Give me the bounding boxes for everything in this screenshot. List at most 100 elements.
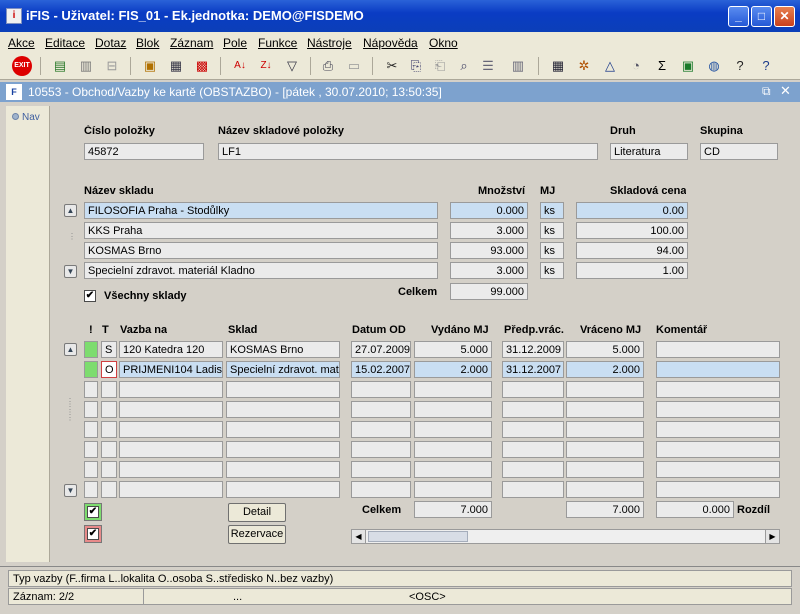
scroll-thumb-icon[interactable]: ⋮ bbox=[68, 232, 76, 241]
link-date-cell[interactable] bbox=[351, 481, 411, 498]
link-to-cell[interactable] bbox=[119, 481, 223, 498]
scroll-right-icon[interactable]: ▶ bbox=[765, 530, 779, 543]
filter-icon[interactable]: ▽ bbox=[282, 56, 302, 76]
link-expected-return-cell[interactable]: 31.12.2009 bbox=[502, 341, 564, 358]
link-issued-cell[interactable]: 5.000 bbox=[414, 341, 492, 358]
stock-unit-cell[interactable]: ks bbox=[540, 262, 564, 279]
link-date-cell[interactable] bbox=[351, 381, 411, 398]
stock-quantity-cell[interactable]: 93.000 bbox=[450, 242, 528, 259]
print-icon[interactable]: ⎙ bbox=[318, 56, 338, 76]
link-warehouse-cell[interactable] bbox=[226, 481, 340, 498]
link-warehouse-cell[interactable] bbox=[226, 421, 340, 438]
link-returned-cell[interactable] bbox=[566, 401, 644, 418]
link-issued-cell[interactable] bbox=[414, 461, 492, 478]
link-warehouse-cell[interactable] bbox=[226, 441, 340, 458]
sort-descending-icon[interactable]: Z↓ bbox=[256, 56, 276, 76]
stock-price-cell[interactable]: 0.00 bbox=[576, 202, 688, 219]
link-returned-cell[interactable] bbox=[566, 421, 644, 438]
reservation-button[interactable]: Rezervace bbox=[228, 525, 286, 544]
link-warehouse-cell[interactable]: Specielní zdravot. mate bbox=[226, 361, 340, 378]
menu-pole[interactable]: Pole bbox=[223, 36, 247, 50]
navigator-icon[interactable]: △ bbox=[600, 56, 620, 76]
internet-icon[interactable]: ◍ bbox=[704, 56, 724, 76]
menu-zaznam[interactable]: Záznam bbox=[170, 36, 213, 50]
paste-icon[interactable]: ⎗ bbox=[430, 56, 450, 76]
link-type-cell[interactable] bbox=[101, 381, 117, 398]
link-issued-cell[interactable]: 2.000 bbox=[414, 361, 492, 378]
link-to-cell[interactable] bbox=[119, 421, 223, 438]
scroll-thumb[interactable] bbox=[368, 531, 468, 542]
search-icon[interactable]: ⌕ bbox=[454, 56, 474, 76]
nav-button[interactable]: Nav bbox=[12, 112, 40, 123]
insert-record-icon[interactable]: ▤ bbox=[50, 56, 70, 76]
duplicate-record-icon[interactable]: ▥ bbox=[76, 56, 96, 76]
stock-warehouse-cell[interactable]: KKS Praha bbox=[84, 222, 438, 239]
stock-price-cell[interactable]: 94.00 bbox=[576, 242, 688, 259]
delete-record-icon[interactable]: ⊟ bbox=[102, 56, 122, 76]
link-expected-return-cell[interactable] bbox=[502, 441, 564, 458]
menu-nastroje[interactable]: Nástroje bbox=[307, 36, 352, 50]
link-expected-return-cell[interactable] bbox=[502, 461, 564, 478]
link-expected-return-cell[interactable]: 31.12.2007 bbox=[502, 361, 564, 378]
copy-icon[interactable]: ⎘ bbox=[406, 56, 426, 76]
horizontal-scrollbar[interactable]: ◀ ▶ bbox=[351, 529, 780, 544]
list-icon[interactable]: ☰ bbox=[478, 56, 498, 76]
settings-icon[interactable]: ✲ bbox=[574, 56, 594, 76]
link-comment-cell[interactable] bbox=[656, 401, 780, 418]
minimize-button[interactable]: _ bbox=[728, 6, 749, 27]
close-form-icon[interactable]: ✕ bbox=[780, 83, 791, 99]
link-to-cell[interactable] bbox=[119, 461, 223, 478]
columns-icon[interactable]: ▥ bbox=[508, 56, 528, 76]
link-type-cell[interactable]: S bbox=[101, 341, 117, 358]
menu-blok[interactable]: Blok bbox=[136, 36, 159, 50]
stock-price-cell[interactable]: 1.00 bbox=[576, 262, 688, 279]
item-number-field[interactable]: 45872 bbox=[84, 143, 204, 160]
exit-icon[interactable]: EXIT bbox=[12, 56, 32, 76]
link-warehouse-cell[interactable] bbox=[226, 461, 340, 478]
maximize-button[interactable]: □ bbox=[751, 6, 772, 27]
link-comment-cell[interactable] bbox=[656, 461, 780, 478]
link-comment-cell[interactable] bbox=[656, 481, 780, 498]
group-field[interactable]: CD bbox=[700, 143, 778, 160]
link-comment-cell[interactable] bbox=[656, 381, 780, 398]
link-issued-cell[interactable] bbox=[414, 401, 492, 418]
link-to-cell[interactable]: PRIJMENI104 Ladislav bbox=[119, 361, 223, 378]
link-warehouse-cell[interactable]: KOSMAS Brno bbox=[226, 341, 340, 358]
menu-okno[interactable]: Okno bbox=[429, 36, 458, 50]
link-type-cell[interactable]: O bbox=[101, 361, 117, 378]
link-issued-cell[interactable] bbox=[414, 481, 492, 498]
link-comment-cell[interactable] bbox=[656, 341, 780, 358]
sum-icon[interactable]: Σ bbox=[652, 56, 672, 76]
link-issued-cell[interactable] bbox=[414, 421, 492, 438]
link-to-cell[interactable] bbox=[119, 441, 223, 458]
help-icon[interactable]: ? bbox=[730, 56, 750, 76]
link-date-cell[interactable]: 27.07.2009 bbox=[351, 341, 411, 358]
execute-query-icon[interactable]: ▦ bbox=[166, 56, 186, 76]
scroll-left-icon[interactable]: ◀ bbox=[352, 530, 366, 543]
link-warehouse-cell[interactable] bbox=[226, 381, 340, 398]
link-returned-cell[interactable]: 2.000 bbox=[566, 361, 644, 378]
links-scroll-thumb-icon[interactable]: ⋮ ⋮ ⋮ bbox=[66, 398, 74, 422]
stock-quantity-cell[interactable]: 3.000 bbox=[450, 262, 528, 279]
link-issued-cell[interactable] bbox=[414, 441, 492, 458]
link-returned-cell[interactable] bbox=[566, 481, 644, 498]
menu-editace[interactable]: Editace bbox=[45, 36, 85, 50]
link-date-cell[interactable] bbox=[351, 441, 411, 458]
sort-ascending-icon[interactable]: A↓ bbox=[230, 56, 250, 76]
cancel-query-icon[interactable]: ▩ bbox=[192, 56, 212, 76]
menu-napoveda[interactable]: Nápověda bbox=[363, 36, 418, 50]
calendar-icon[interactable]: ◔ bbox=[626, 56, 646, 76]
calculator-icon[interactable]: ▦ bbox=[548, 56, 568, 76]
link-date-cell[interactable] bbox=[351, 461, 411, 478]
scroll-down-icon[interactable]: ▼ bbox=[64, 265, 77, 278]
type-field[interactable]: Literatura bbox=[610, 143, 688, 160]
link-type-cell[interactable] bbox=[101, 481, 117, 498]
cut-icon[interactable]: ✂ bbox=[382, 56, 402, 76]
stock-quantity-cell[interactable]: 3.000 bbox=[450, 222, 528, 239]
enter-query-icon[interactable]: ▣ bbox=[140, 56, 160, 76]
link-expected-return-cell[interactable] bbox=[502, 381, 564, 398]
stock-warehouse-cell[interactable]: KOSMAS Brno bbox=[84, 242, 438, 259]
menu-dotaz[interactable]: Dotaz bbox=[95, 36, 126, 50]
link-date-cell[interactable]: 15.02.2007 bbox=[351, 361, 411, 378]
report-icon[interactable]: ▭ bbox=[344, 56, 364, 76]
